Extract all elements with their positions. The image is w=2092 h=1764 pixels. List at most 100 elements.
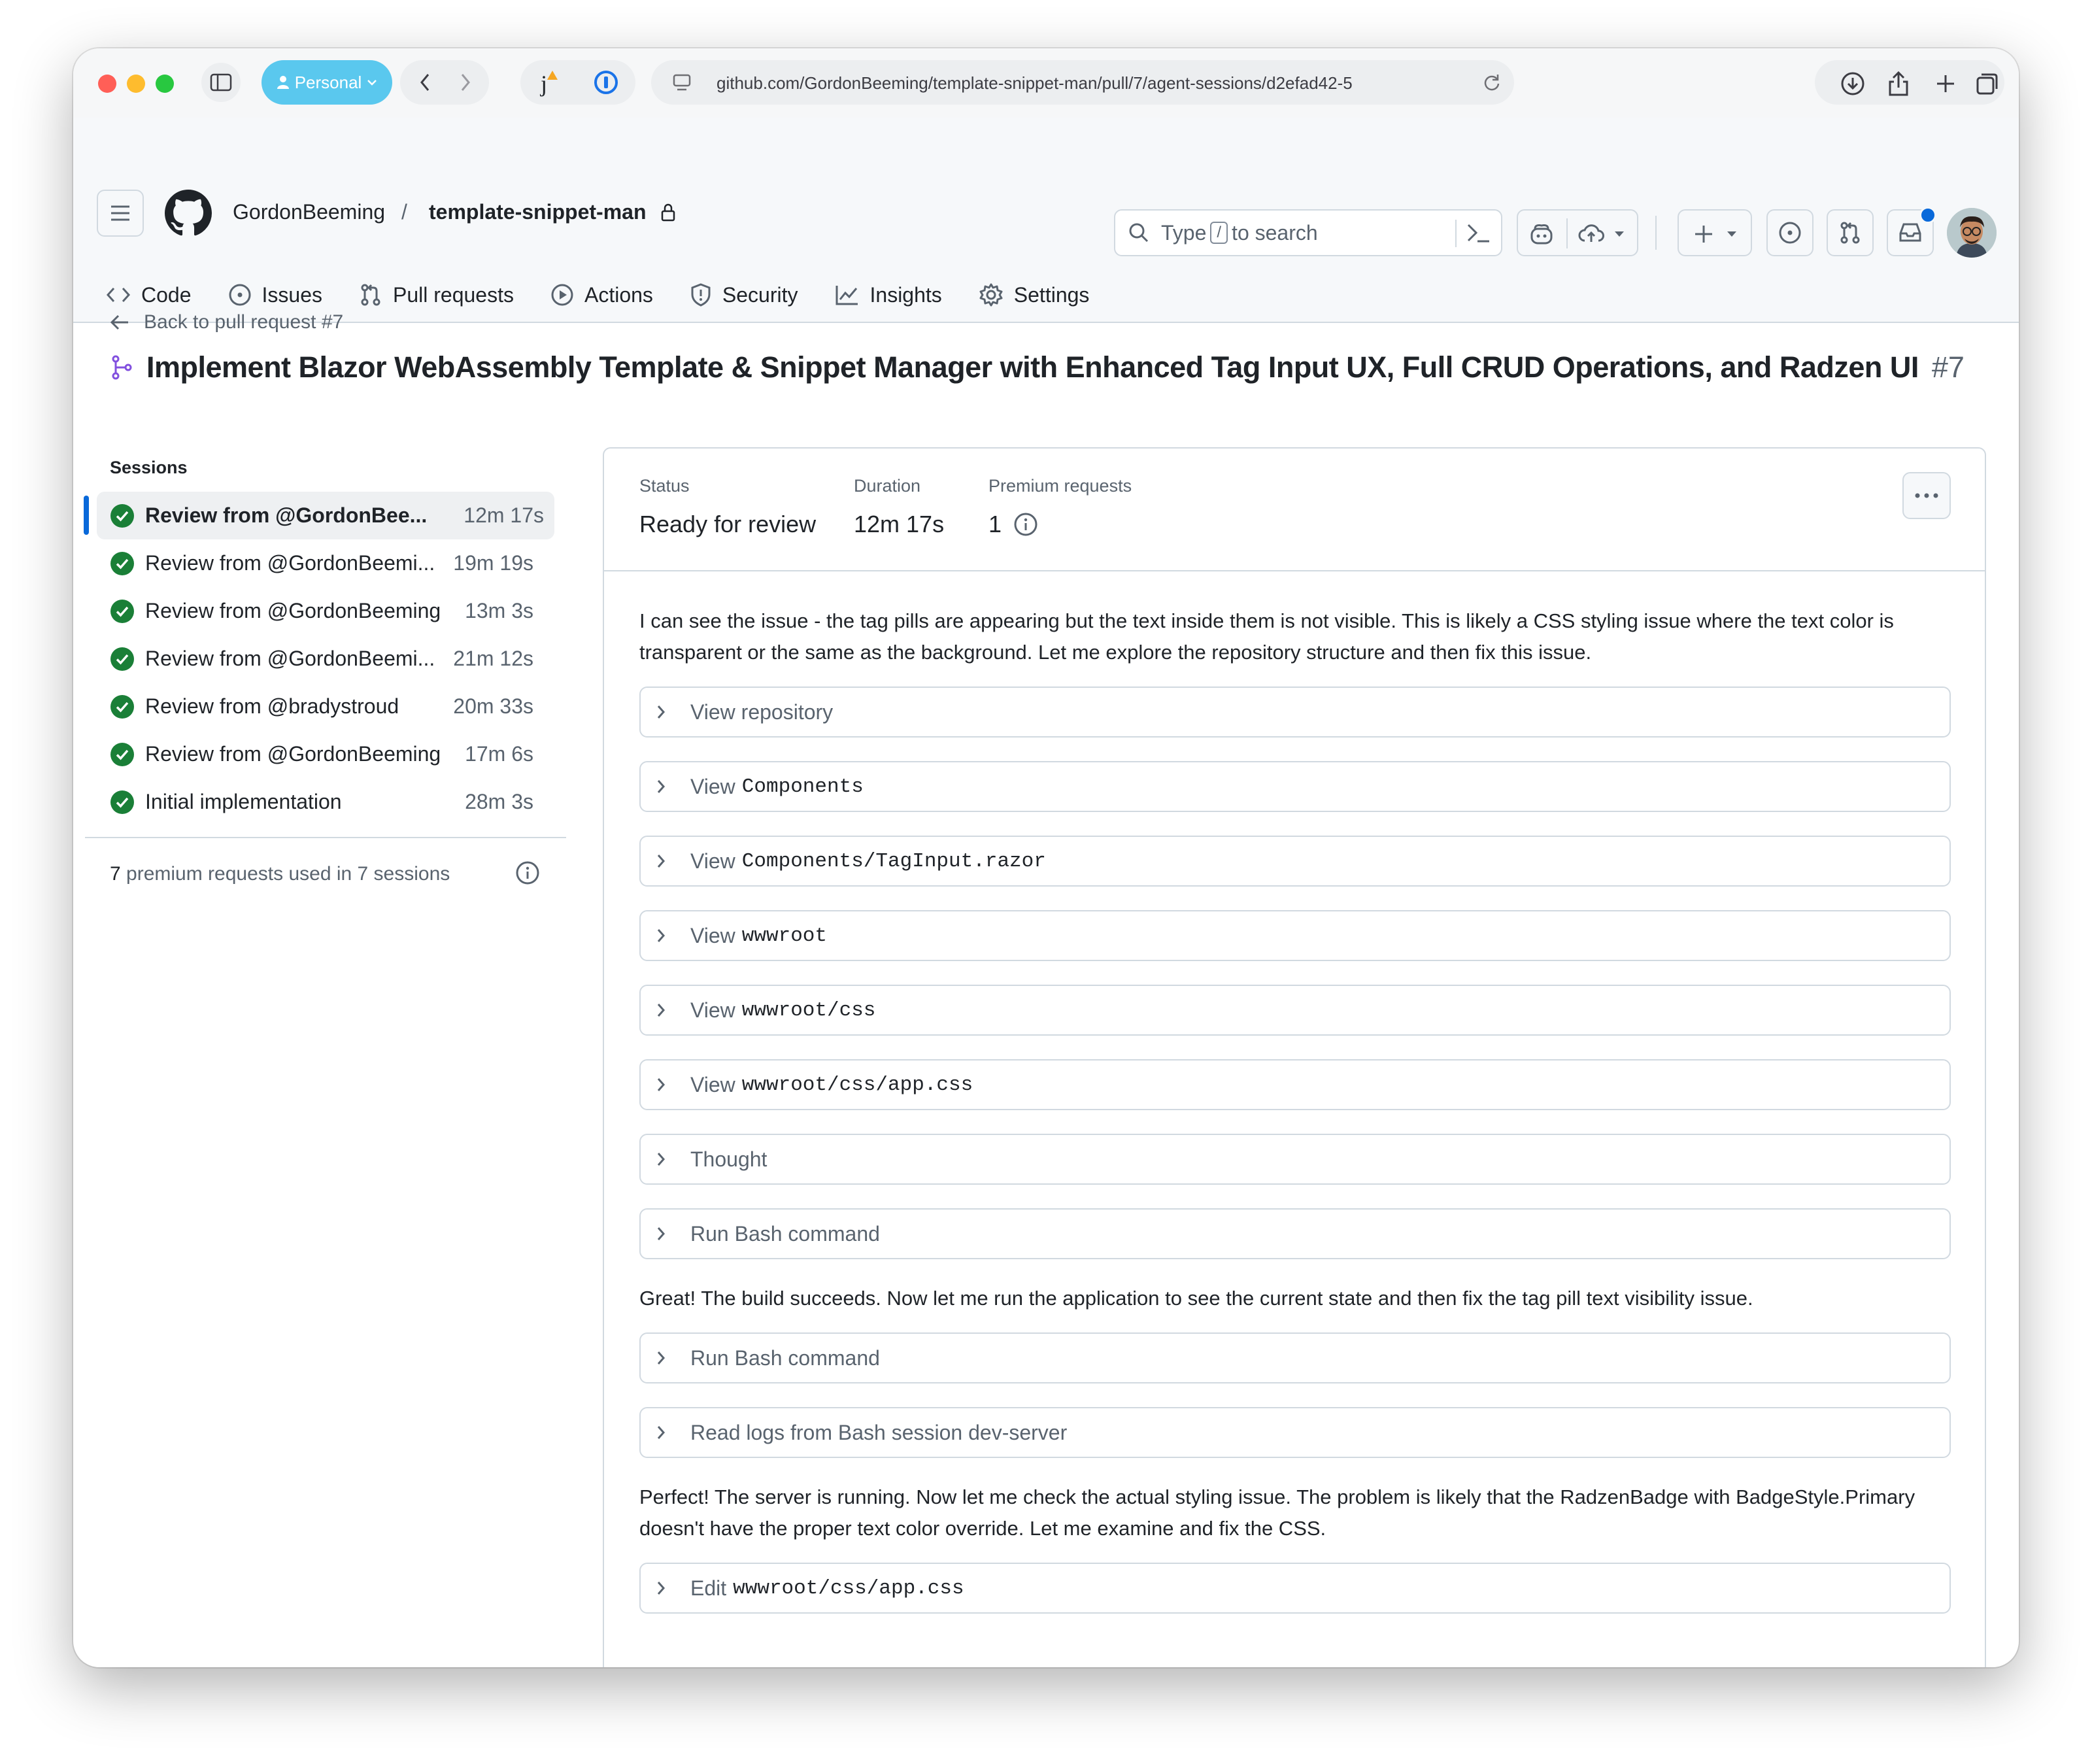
chevron-right-icon [657,1078,666,1091]
copilot-button[interactable] [1517,209,1638,256]
log-step[interactable]: View wwwroot/css/app.css [639,1059,1951,1110]
tabs-icon [1976,73,1998,95]
premium-requests-label: Premium requests [988,476,1132,496]
tab-insights[interactable]: Insights [835,283,942,307]
session-label: Review from @bradystroud [145,694,399,718]
github-header: GordonBeeming / template-snippet-man Typ… [73,118,2019,323]
log-step[interactable]: Run Bash command [639,1208,1951,1259]
agent-message: Perfect! The server is running. Now let … [639,1485,1915,1540]
profile-switcher[interactable]: Personal [262,60,392,105]
log-step[interactable]: View Components/TagInput.razor [639,836,1951,887]
terminal-icon[interactable] [1466,221,1492,245]
avatar[interactable] [1947,208,1997,258]
session-item[interactable]: Initial implementation 28m 3s [85,778,556,826]
premium-usage-text: premium requests used in 7 sessions [126,863,450,885]
search-suffix-text: to search [1232,220,1318,245]
info-icon[interactable] [1013,512,1038,537]
repo-name-link[interactable]: template-snippet-man [429,200,646,224]
duration-value: 12m 17s [854,511,945,537]
check-circle-icon [110,695,134,719]
tab-issues[interactable]: Issues [228,283,322,307]
session-duration: 21m 12s [453,647,533,670]
session-item[interactable]: Review from @GordonBeeming 13m 3s [85,587,556,635]
search-shortcut-key: / [1210,222,1228,244]
session-label: Review from @GordonBee... [145,503,428,527]
share-icon [1889,71,1908,96]
share-button[interactable] [1880,65,1917,102]
log-step[interactable]: Edit wwwroot/css/app.css [639,1563,1951,1614]
check-circle-icon [110,790,134,814]
log-step[interactable]: Thought [639,1134,1951,1185]
check-circle-icon [110,504,134,528]
jira-extension-button[interactable]: j [527,64,573,101]
agent-session-icon [112,355,132,380]
log-step[interactable]: Run Bash command [639,1332,1951,1383]
log-step[interactable]: View Components [639,761,1951,812]
chevron-right-icon [657,1351,666,1365]
minimize-window-button[interactable] [127,75,145,93]
password-manager-button[interactable] [583,64,629,101]
session-label: Initial implementation [145,790,342,813]
pr-number: #7 [1931,350,1965,384]
chevron-right-icon [657,1153,666,1166]
caret-down-icon [1727,231,1736,237]
search-input[interactable]: Type / to search [1114,209,1502,256]
chevron-left-icon [420,74,430,91]
gear-icon [979,283,1003,307]
github-logo-icon[interactable] [165,190,212,237]
session-item-active[interactable]: Review from @GordonBee... 12m 17s [84,492,554,539]
session-label: Review from @GordonBeemi... [145,551,435,575]
tab-overview-button[interactable] [1969,65,2006,102]
session-item[interactable]: Review from @GordonBeemi... 19m 19s [85,539,556,587]
back-to-pr-link[interactable]: Back to pull request #7 [110,311,343,333]
your-issues-button[interactable] [1766,209,1814,256]
sidebar-toggle-button[interactable] [201,63,241,102]
session-item[interactable]: Review from @GordonBeeming 17m 6s [85,730,556,778]
zoom-window-button[interactable] [156,75,174,93]
sidebar-icon [210,73,232,92]
tab-actions[interactable]: Actions [550,283,653,307]
tab-pull-requests[interactable]: Pull requests [359,283,514,307]
chevron-right-icon [657,1582,666,1595]
downloads-button[interactable] [1834,65,1871,102]
download-icon [1841,72,1864,95]
pr-title-text: Implement Blazor WebAssembly Template & … [146,350,1919,384]
git-pull-request-icon [1840,222,1860,244]
log-step[interactable]: View repository [639,687,1951,738]
back-button[interactable] [407,64,443,101]
create-new-button[interactable] [1678,209,1752,256]
close-window-button[interactable] [98,75,116,93]
global-menu-button[interactable] [97,190,144,237]
search-prefix-text: Type [1161,220,1207,245]
your-pull-requests-button[interactable] [1827,209,1874,256]
info-icon[interactable] [515,860,540,885]
log-step[interactable]: View wwwroot [639,910,1951,961]
address-bar[interactable]: github.com/GordonBeeming/template-snippe… [651,60,1514,105]
duration-label: Duration [854,476,921,496]
duration-field: Duration 12m 17s [854,476,944,538]
forward-button[interactable] [447,64,484,101]
tab-security[interactable]: Security [690,282,798,307]
reload-icon[interactable] [1483,73,1501,92]
new-tab-button[interactable] [1927,65,1964,102]
back-link-label: Back to pull request #7 [144,311,344,333]
caret-down-icon [1615,231,1624,237]
session-item[interactable]: Review from @GordonBeemi... 21m 12s [85,635,556,683]
session-label: Review from @GordonBeemi... [145,647,435,670]
kebab-horizontal-icon [1915,493,1938,498]
more-options-button[interactable] [1902,472,1951,519]
chevron-right-icon [657,929,666,942]
session-duration: 12m 17s [464,503,544,527]
status-value: Ready for review [639,511,817,537]
inbox-button[interactable] [1887,207,1936,256]
plus-icon [1695,226,1712,243]
tab-code[interactable]: Code [106,283,192,307]
tab-settings[interactable]: Settings [979,282,1089,307]
session-item[interactable]: Review from @bradystroud 20m 33s [85,683,556,730]
agent-message: I can see the issue - the tag pills are … [639,609,1894,664]
chevron-right-icon [461,74,470,91]
repo-owner-link[interactable]: GordonBeeming [233,200,385,224]
log-step[interactable]: Read logs from Bash session dev-server [639,1407,1951,1458]
log-step[interactable]: View wwwroot/css [639,985,1951,1036]
browser-toolbar: Personal j github.com/GordonBeeming/temp… [73,48,2019,118]
